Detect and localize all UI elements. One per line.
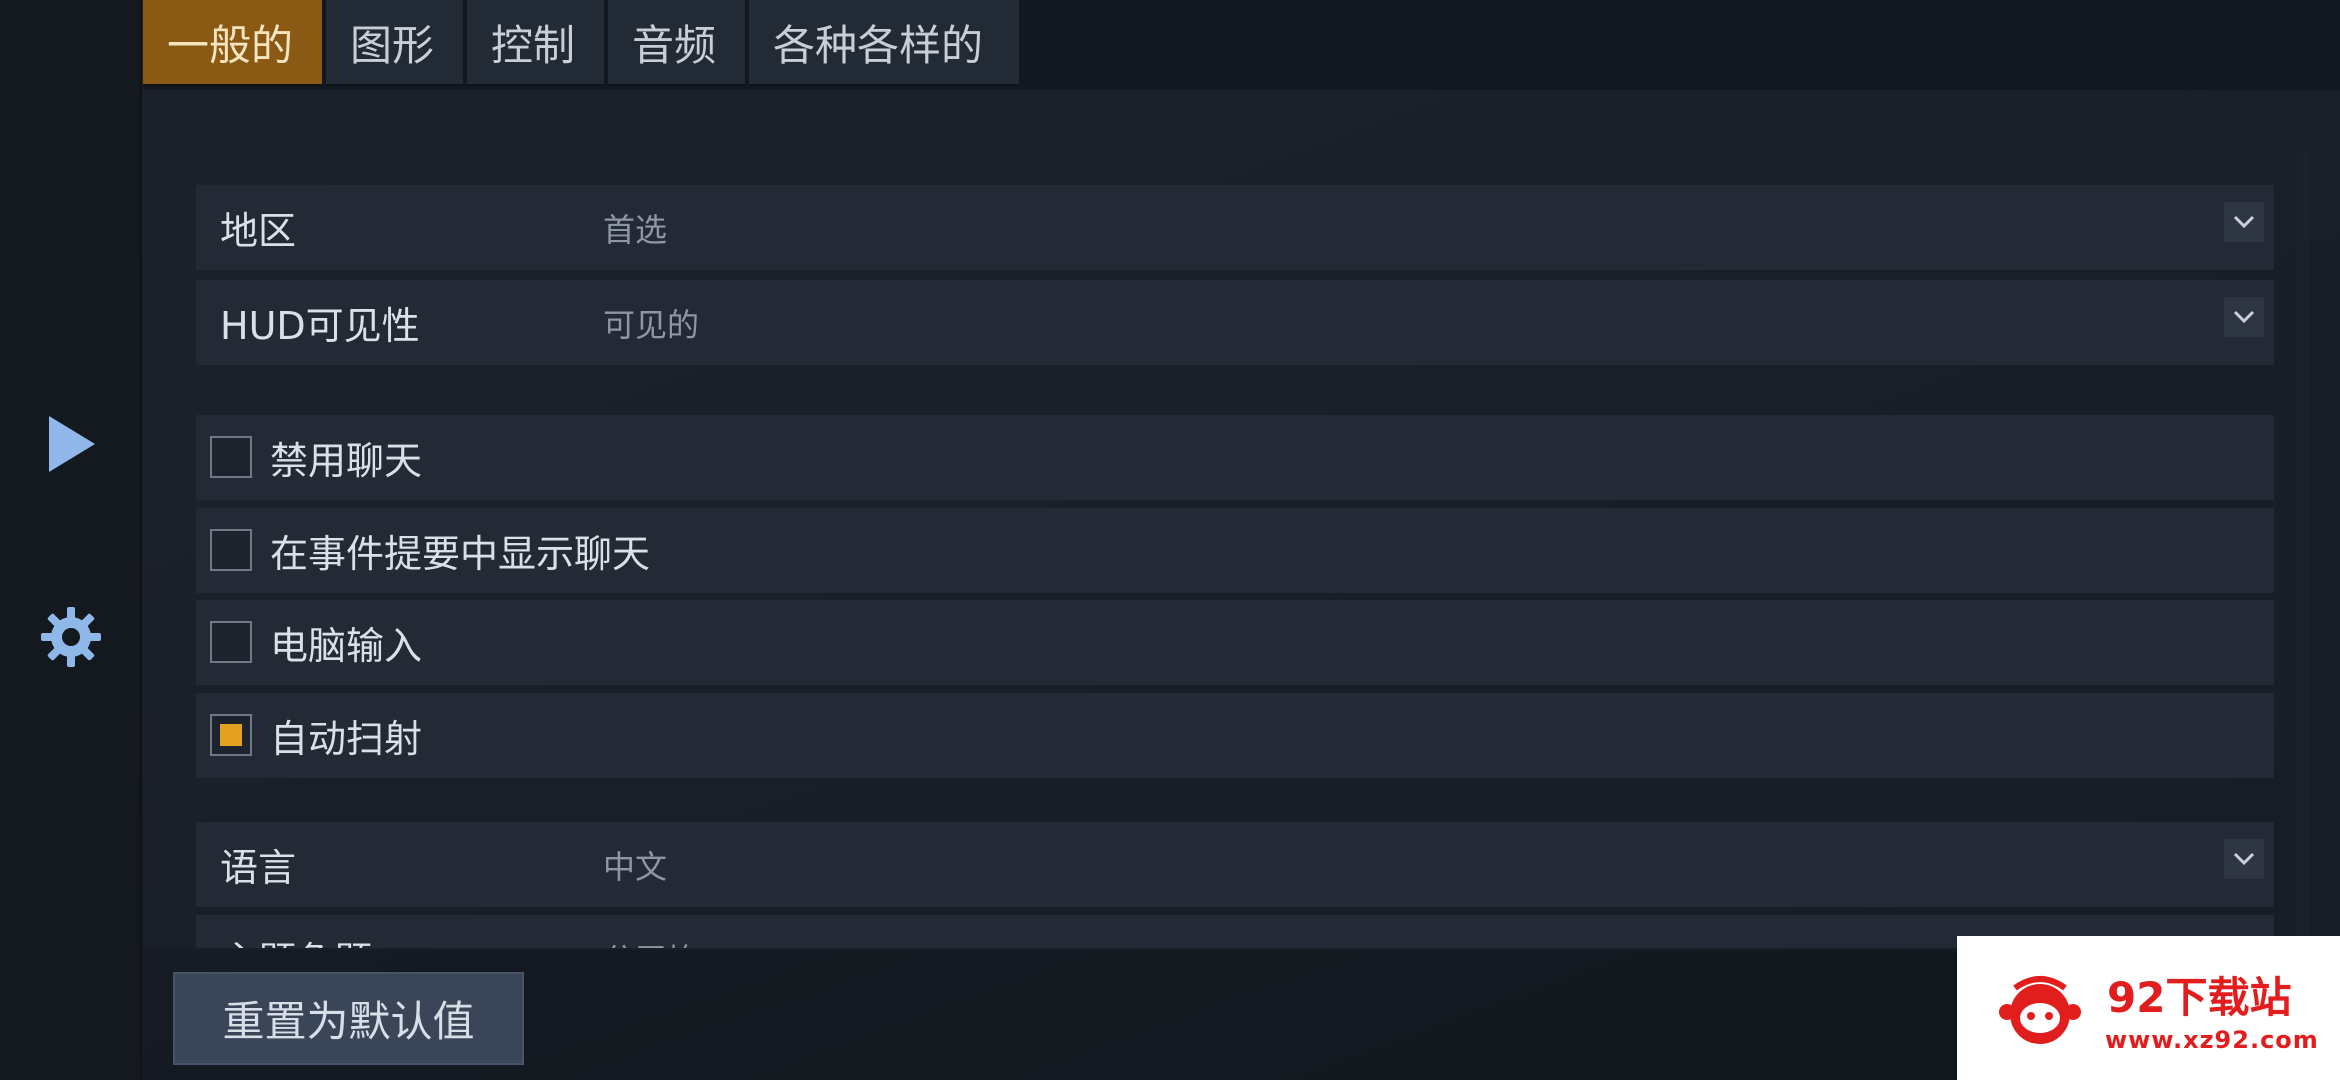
- event-feed-chat-checkbox[interactable]: [210, 529, 252, 571]
- tab-bar: 一般的 图形 控制 音频 各种各样的: [143, 0, 1019, 88]
- region-value: 首选: [603, 210, 668, 249]
- language-select[interactable]: 语言 中文: [196, 822, 2274, 907]
- play-button[interactable]: [32, 405, 110, 483]
- tab-audio[interactable]: 音频: [608, 0, 745, 86]
- watermark-title: 92下载站: [2107, 973, 2292, 1022]
- language-label: 语言: [220, 846, 297, 890]
- screen: 一般的 图形 控制 音频 各种各样的 地区 首选 HUD可见性 可见的 禁用聊天…: [0, 0, 2340, 1080]
- pc-input-label: 电脑输入: [270, 624, 423, 668]
- partial-setting-label: 主题色题: [220, 930, 372, 948]
- tab-general[interactable]: 一般的: [143, 0, 322, 86]
- region-dropdown-button[interactable]: [2224, 202, 2264, 242]
- chevron-down-icon: [2233, 852, 2255, 866]
- disable-chat-row[interactable]: 禁用聊天: [196, 415, 2274, 500]
- chevron-down-icon: [2233, 215, 2255, 229]
- chevron-down-icon: [2233, 310, 2255, 324]
- tab-controls[interactable]: 控制: [467, 0, 604, 86]
- region-label: 地区: [220, 209, 297, 253]
- auto-fire-row[interactable]: 自动扫射: [196, 693, 2274, 778]
- tab-misc[interactable]: 各种各样的: [749, 0, 1019, 86]
- scrollbar[interactable]: [2296, 150, 2310, 950]
- settings-button[interactable]: [32, 598, 110, 676]
- watermark-logo: [1999, 976, 2081, 1044]
- watermark: 92下载站 www.xz92.com: [1957, 936, 2340, 1080]
- disable-chat-label: 禁用聊天: [270, 439, 423, 483]
- hud-visibility-value: 可见的: [603, 305, 700, 344]
- hud-visibility-select[interactable]: HUD可见性 可见的: [196, 280, 2274, 365]
- language-dropdown-button[interactable]: [2224, 839, 2264, 879]
- pc-input-row[interactable]: 电脑输入: [196, 600, 2274, 685]
- left-rail: [0, 0, 142, 1080]
- auto-fire-checkbox[interactable]: [210, 714, 252, 756]
- event-feed-chat-label: 在事件提要中显示聊天: [270, 532, 651, 576]
- hud-visibility-label: HUD可见性: [220, 304, 420, 348]
- tab-graphics[interactable]: 图形: [326, 0, 463, 86]
- partial-setting-value: 分平均: [603, 935, 699, 949]
- watermark-url: www.xz92.com: [2105, 1026, 2319, 1054]
- language-value: 中文: [603, 847, 668, 886]
- region-select[interactable]: 地区 首选: [196, 185, 2274, 270]
- play-icon: [49, 416, 95, 472]
- disable-chat-checkbox[interactable]: [210, 436, 252, 478]
- reset-defaults-button[interactable]: 重置为默认值: [173, 972, 524, 1065]
- settings-list[interactable]: 地区 首选 HUD可见性 可见的 禁用聊天 在事件提要中显示聊天 电脑输入 自动…: [196, 185, 2274, 948]
- checkbox-checked-mark: [220, 724, 242, 746]
- hud-visibility-dropdown-button[interactable]: [2224, 297, 2264, 337]
- pc-input-checkbox[interactable]: [210, 621, 252, 663]
- auto-fire-label: 自动扫射: [270, 717, 423, 761]
- event-feed-chat-row[interactable]: 在事件提要中显示聊天: [196, 508, 2274, 593]
- gear-icon: [41, 607, 101, 667]
